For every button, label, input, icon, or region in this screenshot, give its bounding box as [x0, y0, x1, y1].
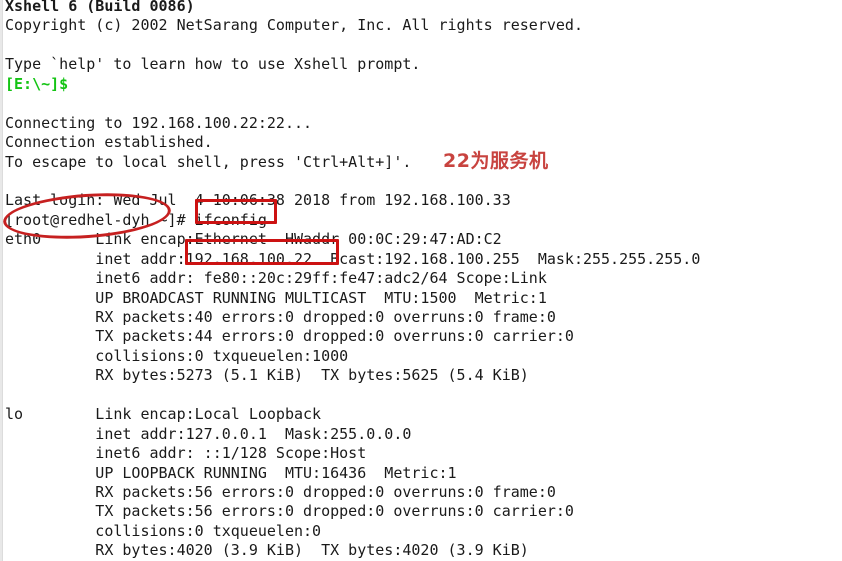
terminal-output-area[interactable]: Xshell 6 (Build 0086) Copyright (c) 2002… — [5, 0, 841, 561]
terminal-line: inet addr:192.168.100.22 Bcast:192.168.1… — [5, 249, 701, 268]
terminal-line: lo Link encap:Local Loopback — [5, 405, 322, 424]
xshell-terminal-window: Xshell 6 (Build 0086) Copyright (c) 2002… — [0, 0, 842, 561]
terminal-local-prompt: [E:\~]$ — [5, 74, 69, 93]
terminal-line: inet6 addr: ::1/128 Scope:Host — [5, 444, 367, 463]
terminal-line: inet addr:127.0.0.1 Mask:255.0.0.0 — [5, 424, 412, 443]
terminal-line: TX packets:44 errors:0 dropped:0 overrun… — [5, 327, 574, 346]
terminal-line: RX bytes:5273 (5.1 KiB) TX bytes:5625 (5… — [5, 366, 529, 385]
terminal-left-border — [0, 0, 3, 561]
terminal-line: collisions:0 txqueuelen:0 — [5, 521, 322, 540]
terminal-line: Type `help' to learn how to use Xshell p… — [5, 55, 421, 74]
terminal-line: Connection established. — [5, 133, 213, 152]
terminal-line: RX bytes:4020 (3.9 KiB) TX bytes:4020 (3… — [5, 541, 529, 560]
terminal-line: inet6 addr: fe80::20c:29ff:fe47:adc2/64 … — [5, 269, 547, 288]
terminal-last-login: Last login: Wed Jul 4 10:06:38 2018 from… — [5, 191, 511, 210]
terminal-command-line: [root@redhel-dyh ~]# ifconfig — [5, 210, 267, 229]
terminal-line: eth0 Link encap:Ethernet HWaddr 00:0C:29… — [5, 230, 502, 249]
terminal-line: TX packets:56 errors:0 dropped:0 overrun… — [5, 502, 574, 521]
terminal-line: UP BROADCAST RUNNING MULTICAST MTU:1500 … — [5, 288, 547, 307]
terminal-line: Connecting to 192.168.100.22:22... — [5, 113, 313, 132]
terminal-line: RX packets:56 errors:0 dropped:0 overrun… — [5, 482, 556, 501]
terminal-line: Xshell 6 (Build 0086) — [5, 0, 195, 15]
terminal-line: RX packets:40 errors:0 dropped:0 overrun… — [5, 308, 556, 326]
terminal-line: Copyright (c) 2002 NetSarang Computer, I… — [5, 16, 583, 35]
terminal-line: collisions:0 txqueuelen:1000 — [5, 346, 349, 365]
terminal-line: To escape to local shell, press 'Ctrl+Al… — [5, 152, 412, 171]
terminal-line: UP LOOPBACK RUNNING MTU:16436 Metric:1 — [5, 463, 457, 482]
